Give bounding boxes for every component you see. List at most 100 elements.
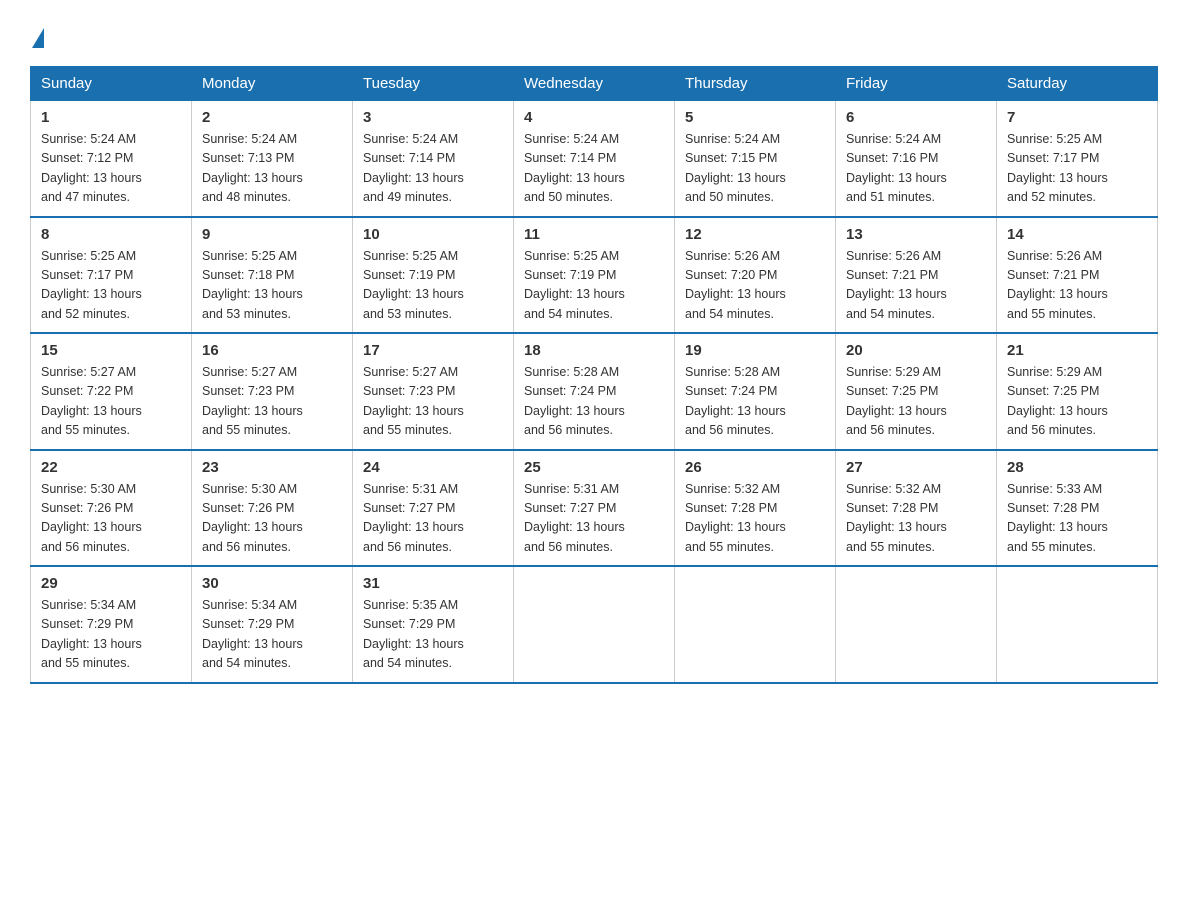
calendar-cell: 20 Sunrise: 5:29 AMSunset: 7:25 PMDayligh… [836,333,997,450]
day-number: 17 [363,342,503,359]
calendar-cell: 19Sunrise: 5:28 AMSunset: 7:24 PMDayligh… [675,333,836,450]
calendar-cell: 27 Sunrise: 5:32 AMSunset: 7:28 PMDayligh… [836,450,997,567]
calendar-cell: 1 Sunrise: 5:24 AMSunset: 7:12 PMDaylight… [31,101,192,217]
day-number: 30 [202,575,342,592]
calendar-cell [997,566,1158,683]
day-number: 28 [1007,459,1147,476]
calendar-cell [836,566,997,683]
calendar-cell: 23Sunrise: 5:30 AMSunset: 7:26 PMDayligh… [192,450,353,567]
calendar-cell: 18 Sunrise: 5:28 AMSunset: 7:24 PMDayligh… [514,333,675,450]
day-info: Sunrise: 5:27 AMSunset: 7:23 PMDaylight:… [202,365,303,437]
day-info: Sunrise: 5:34 AMSunset: 7:29 PMDaylight:… [202,598,303,670]
calendar-cell: 25 Sunrise: 5:31 AMSunset: 7:27 PMDayligh… [514,450,675,567]
calendar-header-row: SundayMondayTuesdayWednesdayThursdayFrid… [31,67,1158,101]
day-info: Sunrise: 5:26 AMSunset: 7:21 PMDaylight:… [846,249,947,321]
col-header-friday: Friday [836,67,997,101]
day-info: Sunrise: 5:28 AMSunset: 7:24 PMDaylight:… [524,365,625,437]
day-info: Sunrise: 5:24 AMSunset: 7:14 PMDaylight:… [524,132,625,204]
calendar-cell: 21 Sunrise: 5:29 AMSunset: 7:25 PMDayligh… [997,333,1158,450]
day-number: 11 [524,226,664,243]
calendar-week-row: 22 Sunrise: 5:30 AMSunset: 7:26 PMDayligh… [31,450,1158,567]
day-number: 12 [685,226,825,243]
calendar-cell: 14 Sunrise: 5:26 AMSunset: 7:21 PMDayligh… [997,217,1158,334]
day-number: 26 [685,459,825,476]
day-number: 7 [1007,109,1147,126]
day-info: Sunrise: 5:24 AMSunset: 7:13 PMDaylight:… [202,132,303,204]
calendar-cell: 29Sunrise: 5:34 AMSunset: 7:29 PMDayligh… [31,566,192,683]
day-number: 4 [524,109,664,126]
col-header-saturday: Saturday [997,67,1158,101]
day-number: 18 [524,342,664,359]
day-info: Sunrise: 5:25 AMSunset: 7:19 PMDaylight:… [524,249,625,321]
calendar-cell: 5Sunrise: 5:24 AMSunset: 7:15 PMDaylight… [675,101,836,217]
calendar-week-row: 8 Sunrise: 5:25 AMSunset: 7:17 PMDaylight… [31,217,1158,334]
day-number: 8 [41,226,181,243]
day-info: Sunrise: 5:24 AMSunset: 7:14 PMDaylight:… [363,132,464,204]
day-info: Sunrise: 5:35 AMSunset: 7:29 PMDaylight:… [363,598,464,670]
calendar-cell: 13 Sunrise: 5:26 AMSunset: 7:21 PMDayligh… [836,217,997,334]
calendar-cell: 28 Sunrise: 5:33 AMSunset: 7:28 PMDayligh… [997,450,1158,567]
day-number: 31 [363,575,503,592]
day-info: Sunrise: 5:27 AMSunset: 7:22 PMDaylight:… [41,365,142,437]
logo [30,20,46,48]
calendar-cell: 9Sunrise: 5:25 AMSunset: 7:18 PMDaylight… [192,217,353,334]
day-number: 21 [1007,342,1147,359]
day-info: Sunrise: 5:31 AMSunset: 7:27 PMDaylight:… [524,482,625,554]
calendar-cell: 17 Sunrise: 5:27 AMSunset: 7:23 PMDayligh… [353,333,514,450]
day-info: Sunrise: 5:32 AMSunset: 7:28 PMDaylight:… [685,482,786,554]
calendar-week-row: 29 Sunrise: 5:34 AMSunset: 7:29 PMDayligh… [31,566,1158,683]
calendar-cell: 24Sunrise: 5:31 AMSunset: 7:27 PMDayligh… [353,450,514,567]
day-info: Sunrise: 5:24 AMSunset: 7:16 PMDaylight:… [846,132,947,204]
day-number: 13 [846,226,986,243]
day-number: 22 [41,459,181,476]
day-number: 15 [41,342,181,359]
day-number: 25 [524,459,664,476]
col-header-wednesday: Wednesday [514,67,675,101]
day-info: Sunrise: 5:25 AMSunset: 7:17 PMDaylight:… [1007,132,1108,204]
day-number: 2 [202,109,342,126]
day-info: Sunrise: 5:28 AMSunset: 7:24 PMDaylight:… [685,365,786,437]
day-number: 23 [202,459,342,476]
day-info: Sunrise: 5:33 AMSunset: 7:28 PMDaylight:… [1007,482,1108,554]
day-info: Sunrise: 5:27 AMSunset: 7:23 PMDaylight:… [363,365,464,437]
day-info: Sunrise: 5:29 AMSunset: 7:25 PMDaylight:… [1007,365,1108,437]
day-info: Sunrise: 5:29 AMSunset: 7:25 PMDaylight:… [846,365,947,437]
day-info: Sunrise: 5:26 AMSunset: 7:21 PMDaylight:… [1007,249,1108,321]
calendar-cell: 7 Sunrise: 5:25 AMSunset: 7:17 PMDaylight… [997,101,1158,217]
page-header [30,20,1158,48]
calendar-cell: 6 Sunrise: 5:24 AMSunset: 7:16 PMDaylight… [836,101,997,217]
calendar-cell: 11 Sunrise: 5:25 AMSunset: 7:19 PMDayligh… [514,217,675,334]
day-number: 1 [41,109,181,126]
day-info: Sunrise: 5:25 AMSunset: 7:19 PMDaylight:… [363,249,464,321]
calendar-table: SundayMondayTuesdayWednesdayThursdayFrid… [30,66,1158,684]
calendar-cell: 12Sunrise: 5:26 AMSunset: 7:20 PMDayligh… [675,217,836,334]
day-info: Sunrise: 5:30 AMSunset: 7:26 PMDaylight:… [41,482,142,554]
day-info: Sunrise: 5:25 AMSunset: 7:17 PMDaylight:… [41,249,142,321]
calendar-cell: 15 Sunrise: 5:27 AMSunset: 7:22 PMDayligh… [31,333,192,450]
calendar-cell [514,566,675,683]
col-header-monday: Monday [192,67,353,101]
calendar-cell: 31 Sunrise: 5:35 AMSunset: 7:29 PMDayligh… [353,566,514,683]
calendar-cell: 8 Sunrise: 5:25 AMSunset: 7:17 PMDaylight… [31,217,192,334]
day-number: 29 [41,575,181,592]
day-number: 16 [202,342,342,359]
calendar-cell: 10 Sunrise: 5:25 AMSunset: 7:19 PMDayligh… [353,217,514,334]
day-info: Sunrise: 5:24 AMSunset: 7:15 PMDaylight:… [685,132,786,204]
day-number: 14 [1007,226,1147,243]
calendar-cell: 2 Sunrise: 5:24 AMSunset: 7:13 PMDaylight… [192,101,353,217]
day-info: Sunrise: 5:32 AMSunset: 7:28 PMDaylight:… [846,482,947,554]
day-info: Sunrise: 5:24 AMSunset: 7:12 PMDaylight:… [41,132,142,204]
col-header-sunday: Sunday [31,67,192,101]
calendar-cell: 26 Sunrise: 5:32 AMSunset: 7:28 PMDayligh… [675,450,836,567]
col-header-tuesday: Tuesday [353,67,514,101]
calendar-week-row: 1 Sunrise: 5:24 AMSunset: 7:12 PMDaylight… [31,101,1158,217]
logo-triangle-icon [32,28,44,48]
day-number: 27 [846,459,986,476]
day-number: 20 [846,342,986,359]
calendar-cell: 22 Sunrise: 5:30 AMSunset: 7:26 PMDayligh… [31,450,192,567]
calendar-cell: 16 Sunrise: 5:27 AMSunset: 7:23 PMDayligh… [192,333,353,450]
day-info: Sunrise: 5:25 AMSunset: 7:18 PMDaylight:… [202,249,303,321]
calendar-cell: 30 Sunrise: 5:34 AMSunset: 7:29 PMDayligh… [192,566,353,683]
day-number: 6 [846,109,986,126]
day-number: 10 [363,226,503,243]
